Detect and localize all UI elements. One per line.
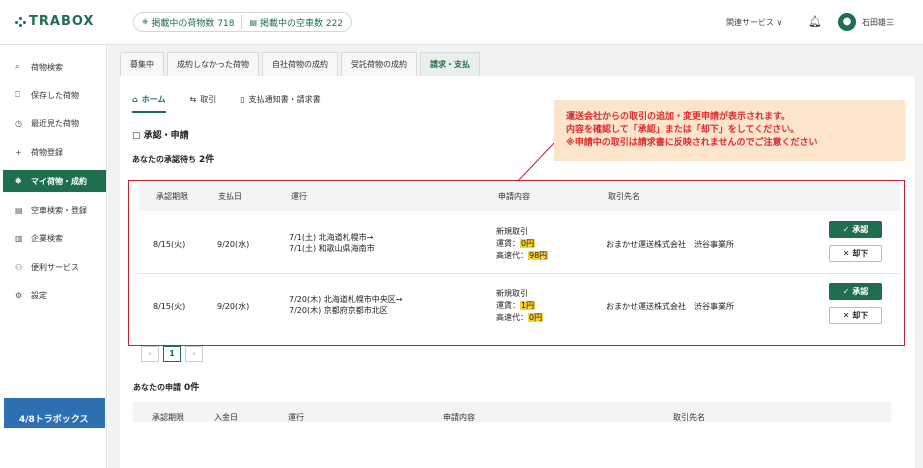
gear-icon: ⚙ [15,290,23,300]
home-icon: ⌂ [132,95,138,104]
sidebar-item-register-cargo[interactable]: + 荷物登録 [0,142,106,162]
sidebar-item-label: 最近見た荷物 [31,118,79,128]
sidebar-item-saved-cargo[interactable]: ⎕ 保存した荷物 [0,85,106,105]
pill-divider [241,15,243,29]
truck-icon: ▤ [249,17,258,27]
plus-icon: + [15,147,22,157]
your-requests-count: 0件 [184,383,200,393]
related-services-menu[interactable]: 関連サービス ∨ [726,17,782,28]
pending-count: 2件 [199,155,215,165]
sidebar-item-settings[interactable]: ⚙ 設定 [0,285,106,305]
subtab-invoices[interactable]: ▯ 支払通知書・請求書 [240,94,320,113]
logo-text: TRABOX [29,14,95,29]
sidebar-item-label: 保存した荷物 [31,90,79,100]
your-requests-label: あなたの申請 [133,383,181,392]
subtab-label: 取引 [200,95,217,104]
highlight-box [128,180,905,346]
callout-line: 運送会社からの取引の追加・変更申請が表示されます。 [566,112,791,122]
sidebar-item-label: 設定 [31,290,47,300]
sidebar-item-label: マイ荷物・成約 [31,176,87,186]
tab-recruiting[interactable]: 募集中 [120,52,164,76]
search-icon: ⌕ [15,62,20,71]
sidebar-item-company-search[interactable]: ▥ 企業検索 [0,228,106,248]
header-deadline: 承認期限 [152,413,184,422]
sidebar-item-cargo-search[interactable]: ⌕ 荷物検索 [0,57,106,77]
sidebar-item-label: 企業検索 [31,233,63,243]
subtab-deals[interactable]: ⇆ 取引 [190,94,217,113]
pending-heading: あなたの承認待ち 2件 [132,152,214,165]
sidebar-item-label: 荷物登録 [31,147,63,157]
trabox-logo[interactable]: TRABOX [15,14,94,29]
building-icon: ▥ [15,233,23,243]
logo-dots-icon [15,16,26,27]
header-route: 運行 [288,413,304,422]
user-name[interactable]: 石田雄三 [862,17,894,28]
requests-table-header: 承認期限 入金日 運行 申請内容 取引先名 [133,402,891,422]
sub-tab-bar: ⌂ ホーム ⇆ 取引 ▯ 支払通知書・請求書 [132,94,321,113]
sidebar-item-label: 空車検索・登録 [31,205,87,215]
your-requests-heading: あなたの申請 0件 [133,380,199,393]
package-icon: ⎈ [142,17,149,26]
callout-note: 運送会社からの取引の追加・変更申請が表示されます。 内容を確認して「承認」または… [554,100,905,161]
clock-icon: ◷ [15,118,22,128]
prev-page-button[interactable]: ‹ [141,346,159,362]
header-deposit-date: 入金日 [214,413,238,422]
stats-pill: ⎈ 掲載中の荷物数 718 ▤ 掲載中の空車数 222 [133,12,353,32]
people-icon: ⚇ [15,262,23,272]
pagination: ‹ 1 › [141,346,203,362]
vacancy-count[interactable]: 掲載中の空車数 222 [260,16,343,29]
subtab-label: ホーム [141,95,166,104]
page-1-button[interactable]: 1 [163,346,181,362]
clipboard-icon: ▢ [132,131,144,141]
tab-consigned-contracts[interactable]: 受託荷物の成約 [341,52,417,76]
cargo-count[interactable]: 掲載中の荷物数 718 [151,16,234,29]
sidebar-item-vacancy[interactable]: ▤ 空車検索・登録 [0,200,106,220]
tab-own-contracts[interactable]: 自社荷物の成約 [262,52,338,76]
tab-bar: 募集中 成約しなかった荷物 自社荷物の成約 受託荷物の成約 請求・支払 [120,52,480,76]
subtab-home[interactable]: ⌂ ホーム [132,94,166,113]
avatar[interactable]: ● [838,13,856,31]
sidebar-item-label: 荷物検索 [31,62,63,72]
section-title-text: 承認・申請 [143,131,189,141]
sidebar-item-my-cargo[interactable]: ⎈ マイ荷物・成約 [3,170,106,192]
header-partner: 取引先名 [673,413,705,422]
header-request: 申請内容 [443,413,475,422]
handshake-icon: ⇆ [189,95,197,104]
callout-line: 内容を確認して「承認」または「却下」をしてください。 [566,125,800,135]
bookmark-icon: ⎕ [15,90,20,99]
subtab-label: 支払通知書・請求書 [248,95,321,104]
bell-icon[interactable]: 🔔︎ [808,15,822,28]
tab-billing[interactable]: 請求・支払 [420,52,480,76]
truck-icon: ▤ [15,205,23,215]
package-icon: ⎈ [15,176,22,185]
top-bar: TRABOX ⎈ 掲載中の荷物数 718 ▤ 掲載中の空車数 222 関連サービ… [0,0,923,45]
callout-line: ※申請中の取引は請求書に反映されませんのでご注意ください [566,138,818,148]
next-page-button[interactable]: › [185,346,203,362]
section-title: ▢ 承認・申請 [132,128,189,141]
sidebar-item-recent-cargo[interactable]: ◷ 最近見た荷物 [0,113,106,133]
pending-label: あなたの承認待ち [132,155,196,164]
document-icon: ▯ [240,95,245,104]
sidebar-item-label: 便利サービス [31,262,79,272]
sidebar-item-services[interactable]: ⚇ 便利サービス [0,257,106,277]
promo-banner[interactable]: 4/8トラボックス [4,398,105,428]
tab-not-contracted[interactable]: 成約しなかった荷物 [167,52,259,76]
